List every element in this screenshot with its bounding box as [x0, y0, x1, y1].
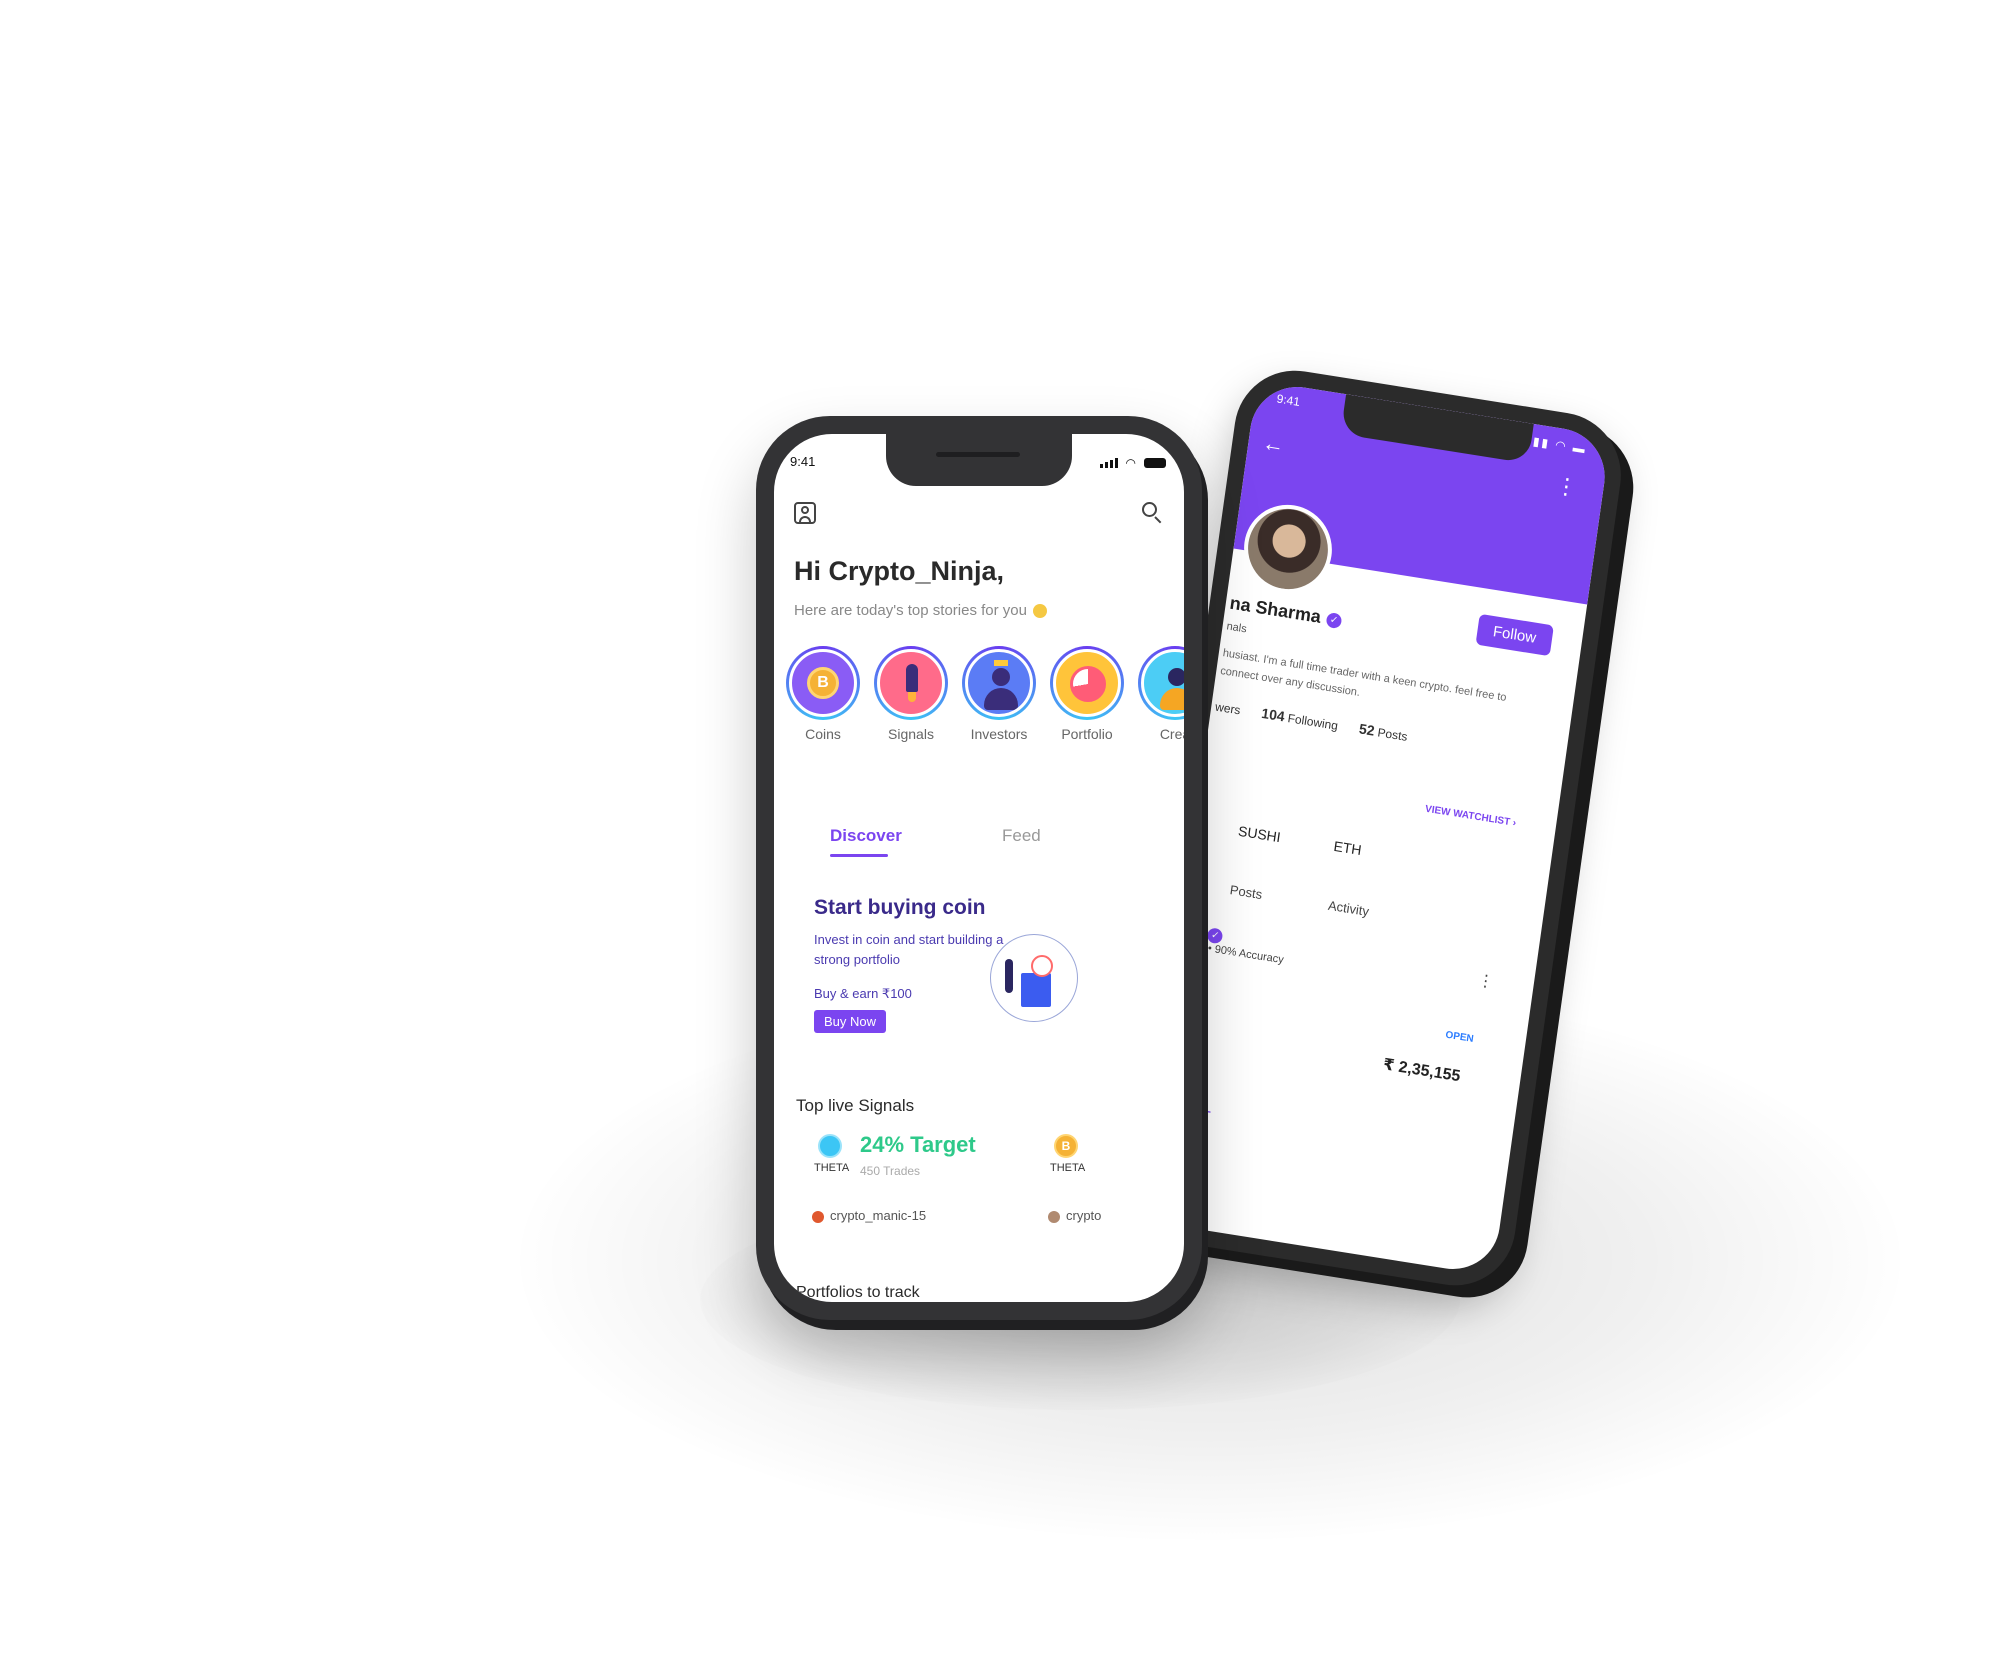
promo-description: Invest in coin and start building a stro… — [814, 932, 1004, 967]
tab-activity[interactable]: Activity — [1327, 898, 1370, 919]
investor-icon — [992, 668, 1010, 686]
coins-story-bg: B — [789, 649, 857, 717]
coin-label: THETA — [1050, 1162, 1086, 1174]
tab-posts[interactable]: Posts — [1229, 882, 1263, 902]
buy-now-button[interactable]: Buy Now — [814, 1010, 887, 1033]
watchlist-coin[interactable]: SUSHI — [1237, 823, 1282, 846]
theta-coin-icon — [818, 1134, 842, 1158]
story-ring — [1138, 646, 1184, 720]
story-coins[interactable]: B Coins — [786, 646, 860, 746]
watchlist-coins: SUSHI ETH — [1237, 823, 1412, 866]
more-options-icon[interactable]: ⋮ — [1554, 472, 1579, 500]
speaker — [936, 452, 1020, 457]
illustration-coin-icon — [1031, 955, 1053, 977]
illustration-figure — [1005, 959, 1013, 993]
watchlist-coin[interactable]: ETH — [1333, 838, 1363, 858]
creator-body — [1160, 688, 1184, 710]
notch — [886, 434, 1072, 486]
portfolio-story-bg — [1053, 649, 1121, 717]
tab-discover[interactable]: Discover — [830, 826, 902, 846]
story-ring — [1050, 646, 1124, 720]
smile-emoji-icon — [1032, 604, 1047, 619]
illustration-bars — [1021, 973, 1051, 1007]
view-watchlist-link[interactable]: VIEW WATCHLIST › — [1424, 804, 1516, 829]
section-title-portfolios: Portfolios to track — [796, 1284, 920, 1301]
signal-author[interactable]: crypto — [1048, 1208, 1101, 1223]
tab-active-indicator — [830, 854, 888, 857]
signal-trades: 450 Trades — [860, 1164, 921, 1178]
story-label: Signals — [888, 726, 934, 742]
story-label: Portfolio — [1061, 726, 1113, 742]
crown-icon — [994, 660, 1008, 666]
avatar — [1048, 1210, 1060, 1223]
search-icon[interactable] — [1142, 502, 1162, 522]
profile-sub: nals — [1225, 620, 1248, 636]
posts-label: Posts — [1376, 725, 1409, 744]
promo-earn: Buy & earn ₹100 — [814, 986, 912, 1001]
profile-icon[interactable] — [794, 502, 816, 524]
story-ring — [962, 646, 1036, 720]
follow-button[interactable]: Follow — [1475, 613, 1554, 657]
back-arrow-icon[interactable]: ← — [1261, 430, 1286, 459]
post-more-icon[interactable]: ⋮ — [1477, 972, 1495, 991]
signal-author[interactable]: crypto_manic-15 — [812, 1208, 926, 1223]
story-ring: B — [786, 646, 860, 720]
battery-icon — [1144, 458, 1166, 468]
tab-feed[interactable]: Feed — [1002, 826, 1041, 846]
story-ring — [874, 646, 948, 720]
investor-body — [984, 688, 1018, 710]
following-label: Following — [1286, 711, 1339, 733]
story-investors[interactable]: Investors — [962, 646, 1036, 746]
avatar — [812, 1210, 824, 1223]
promo-illustration — [990, 934, 1078, 1022]
page-subtitle: Here are today's top stories for you — [794, 602, 1047, 619]
wifi-icon: ◠ — [1125, 456, 1136, 470]
signal-icon — [1099, 458, 1118, 468]
story-signals[interactable]: Signals — [874, 646, 948, 746]
following-count: 104 — [1260, 704, 1286, 725]
status-badge: OPEN — [1444, 1029, 1475, 1045]
creator-icon — [1168, 668, 1184, 686]
status-icons: ◠ — [1099, 456, 1166, 470]
followers-label: wers — [1214, 699, 1242, 718]
pie-chart-icon — [1070, 666, 1106, 702]
promo-title: Start buying coin — [814, 896, 986, 919]
signals-story-bg — [877, 649, 945, 717]
verified-icon: ✓ — [1325, 611, 1343, 629]
story-creators[interactable]: Crea — [1138, 646, 1184, 746]
bitcoin-icon: B — [807, 667, 839, 699]
profile-tabs: Posts Activity — [1229, 882, 1433, 929]
coin-label: THETA — [814, 1162, 850, 1174]
story-label: Coins — [805, 726, 841, 742]
story-portfolio[interactable]: Portfolio — [1050, 646, 1124, 746]
posts-count: 52 — [1358, 720, 1376, 739]
creators-story-bg — [1141, 649, 1184, 717]
front-phone-screen: 9:41 ◠ Hi Crypto_Ninja, Here are today's… — [774, 434, 1184, 1302]
status-time: 9:41 — [790, 454, 816, 469]
rocket-icon — [906, 664, 918, 692]
story-label: Crea — [1159, 726, 1184, 742]
story-label: Investors — [970, 726, 1028, 742]
stories-row: B Coins Signals Investors Portfolio Crea — [786, 646, 1184, 746]
bitcoin-coin-icon: B — [1054, 1134, 1078, 1158]
front-phone: 9:41 ◠ Hi Crypto_Ninja, Here are today's… — [756, 416, 1202, 1320]
investors-story-bg — [965, 649, 1033, 717]
rocket-flame — [908, 692, 916, 702]
signal-price: ₹ 2,35,155 — [1382, 1056, 1462, 1086]
section-title-signals: Top live Signals — [796, 1096, 915, 1115]
signal-target[interactable]: 24% Target — [860, 1132, 976, 1158]
page-title: Hi Crypto_Ninja, — [794, 556, 1005, 586]
